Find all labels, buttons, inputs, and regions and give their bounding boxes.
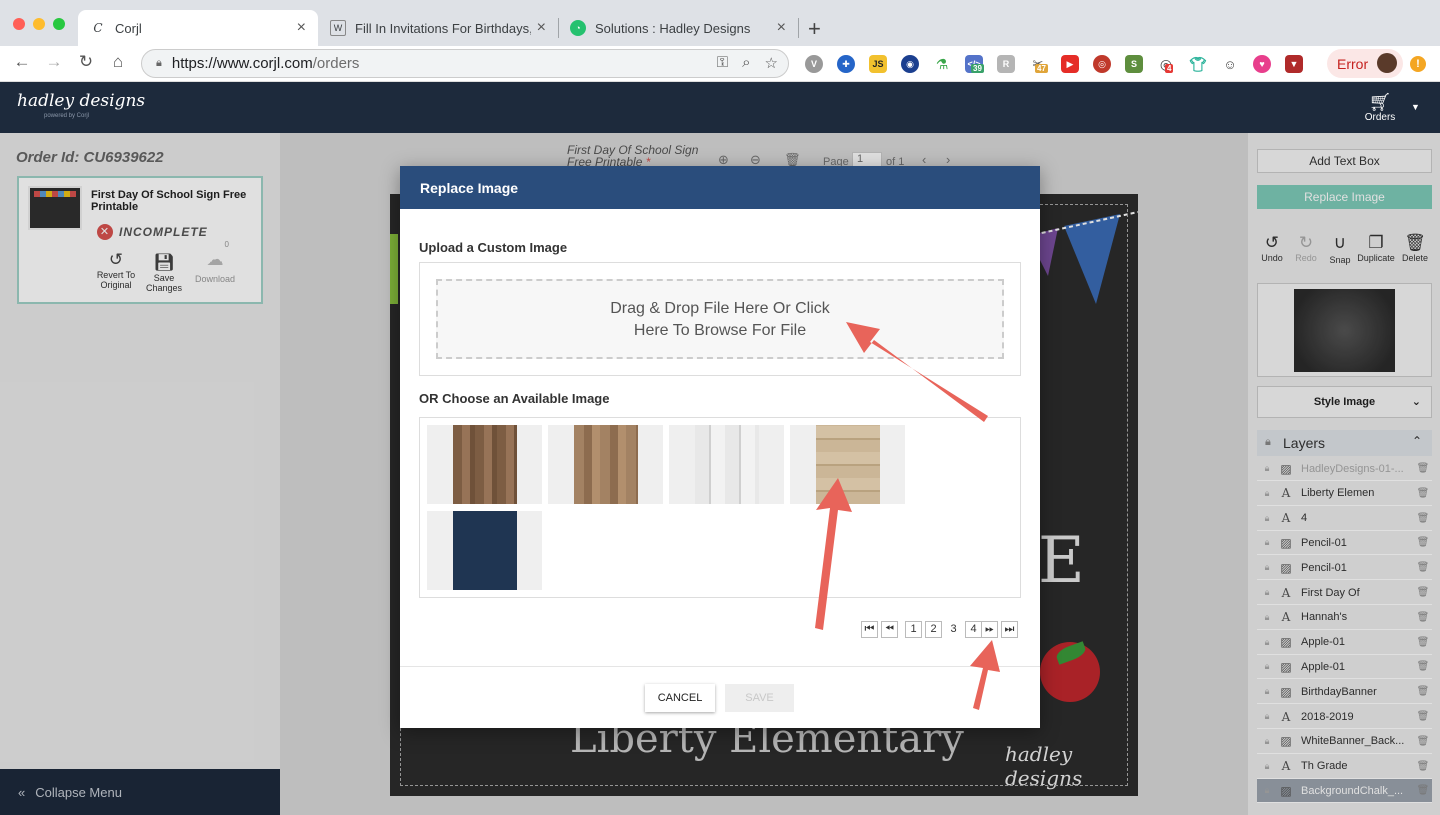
replace-image-modal: Replace Image Upload a Custom Image Drag… <box>400 166 1040 728</box>
tab-solutions-hadley[interactable]: ◔ Solutions : Hadley Designs × <box>558 10 798 46</box>
save-button[interactable]: SAVE <box>725 684 794 712</box>
tab-corjl[interactable]: C Corjl × <box>78 10 318 46</box>
image-gallery <box>419 417 1021 598</box>
gallery-pagination-next: ⏩︎ ⏭︎ <box>981 621 1018 638</box>
logo[interactable]: hadley designs <box>17 91 145 111</box>
shopify-icon[interactable]: S <box>1125 55 1143 73</box>
gallery-pagination: ⏮︎ ⏪︎ <box>861 621 898 638</box>
white-wood-texture-image <box>695 425 759 504</box>
home-icon[interactable]: ⌂ <box>107 52 129 72</box>
page-icon: W <box>330 20 346 36</box>
gallery-image[interactable] <box>790 425 905 504</box>
badge-count: 4 <box>1165 64 1174 73</box>
last-page-icon[interactable]: ⏭︎ <box>1001 621 1018 638</box>
browser-tab-bar: C Corjl × W Fill In Invitations For Birt… <box>0 0 1440 46</box>
upload-label: Upload a Custom Image <box>419 240 568 255</box>
prev-page-icon[interactable]: ⏪︎ <box>881 621 898 638</box>
dropzone-line-2: Here To Browse For File <box>633 322 807 339</box>
bookmark-star-icon[interactable]: ☆ <box>765 54 778 72</box>
tab-close-icon[interactable]: × <box>297 19 306 37</box>
zoom-icon[interactable]: ⌕ <box>742 54 750 72</box>
key-icon[interactable]: ⚿ <box>717 54 728 72</box>
tab-title: Solutions : Hadley Designs <box>595 20 751 36</box>
tab-close-icon[interactable]: × <box>777 19 786 37</box>
tab-close-icon[interactable]: × <box>537 19 546 37</box>
address-bar[interactable]: 🔒︎ https://www.corjl.com/orders ⚿ ⌕ ☆ <box>141 49 789 78</box>
browser-toolbar: ← → ↻ ⌂ 🔒︎ https://www.corjl.com/orders … <box>0 46 1440 82</box>
gallery-image[interactable] <box>669 425 784 504</box>
file-dropzone[interactable]: Drag & Drop File Here Or Click Here To B… <box>436 279 1004 359</box>
extension-icon[interactable]: ✚ <box>837 55 855 73</box>
avatar <box>1377 53 1397 73</box>
wood-texture-image <box>453 425 517 504</box>
page-button-current[interactable]: 3 <box>945 621 962 638</box>
first-page-icon[interactable]: ⏮︎ <box>861 621 878 638</box>
back-icon[interactable]: ← <box>11 52 33 72</box>
upload-section: Drag & Drop File Here Or Click Here To B… <box>419 262 1021 376</box>
close-window-button[interactable] <box>13 18 25 30</box>
extension-icon[interactable]: ☺ <box>1221 55 1239 73</box>
extension-icon[interactable]: ◎ 4 <box>1157 55 1175 73</box>
youtube-icon[interactable]: ▶ <box>1061 55 1079 73</box>
lock-icon: 🔒︎ <box>156 57 162 69</box>
gallery-image[interactable] <box>427 511 542 590</box>
reload-icon[interactable]: ↻ <box>75 52 97 72</box>
extension-icon[interactable]: R <box>997 55 1015 73</box>
eye-icon[interactable]: ◉ <box>901 55 919 73</box>
extension-icon[interactable]: ✂ 47 <box>1029 55 1048 73</box>
badge-count: 39 <box>971 64 984 73</box>
wood-texture-image <box>574 425 638 504</box>
extension-icon[interactable]: </> 39 <box>965 55 984 73</box>
profile-error-button[interactable]: Error <box>1327 49 1403 78</box>
next-page-icon[interactable]: ⏩︎ <box>981 621 998 638</box>
navy-solid-image <box>453 511 517 590</box>
modal-title: Replace Image <box>400 166 1040 209</box>
cart-icon: 🛒︎ <box>1368 92 1392 112</box>
tab-title: Corjl <box>115 20 142 36</box>
tab-title: Fill In Invitations For Birthdays, <box>355 20 531 36</box>
minimize-window-button[interactable] <box>33 18 45 30</box>
freshdesk-icon: ◔ <box>570 20 586 36</box>
light-wood-texture-image <box>816 425 880 504</box>
gallery-image[interactable] <box>427 425 542 504</box>
badge-count: 47 <box>1035 64 1048 73</box>
url-host: https://www.corjl.com <box>171 55 313 72</box>
app-header: hadley designs powered by Corjl 🛒︎ Order… <box>0 82 1440 133</box>
tab-divider <box>798 18 799 38</box>
tab-fill-in-invitations[interactable]: W Fill In Invitations For Birthdays, × <box>318 10 558 46</box>
error-label: Error <box>1337 55 1369 72</box>
divider <box>400 666 1040 667</box>
page-button[interactable]: 4 <box>965 621 982 638</box>
logo-subtitle: powered by Corjl <box>44 113 90 119</box>
extension-icon[interactable]: JS <box>869 55 887 73</box>
alert-icon[interactable]: ! <box>1410 56 1426 72</box>
flask-icon[interactable]: ⚗ <box>933 55 951 73</box>
page-button[interactable]: 2 <box>925 621 942 638</box>
cancel-button[interactable]: CANCEL <box>645 684 715 712</box>
extension-icon[interactable]: ◎ <box>1093 55 1111 73</box>
caret-down-icon[interactable]: ▼ <box>1411 102 1420 112</box>
forward-icon[interactable]: → <box>43 52 65 72</box>
orders-button[interactable]: 🛒︎ Orders <box>1364 92 1396 123</box>
gallery-image[interactable] <box>548 425 663 504</box>
url-path: /orders <box>312 55 360 72</box>
extension-icon[interactable]: ▼ <box>1285 55 1303 73</box>
shirt-icon[interactable]: 👕︎ <box>1189 55 1207 73</box>
new-tab-button[interactable]: + <box>808 16 821 42</box>
gallery-page-numbers: 1 2 3 4 <box>905 621 982 638</box>
extension-icon[interactable]: ♥ <box>1253 55 1271 73</box>
extension-icon[interactable]: V <box>805 55 823 73</box>
dropzone-line-1: Drag & Drop File Here Or Click <box>610 300 830 317</box>
page-button[interactable]: 1 <box>905 621 922 638</box>
orders-label: Orders <box>1364 112 1396 123</box>
corjl-icon: C <box>93 21 103 35</box>
zoom-window-button[interactable] <box>53 18 65 30</box>
choose-label: OR Choose an Available Image <box>419 391 610 406</box>
